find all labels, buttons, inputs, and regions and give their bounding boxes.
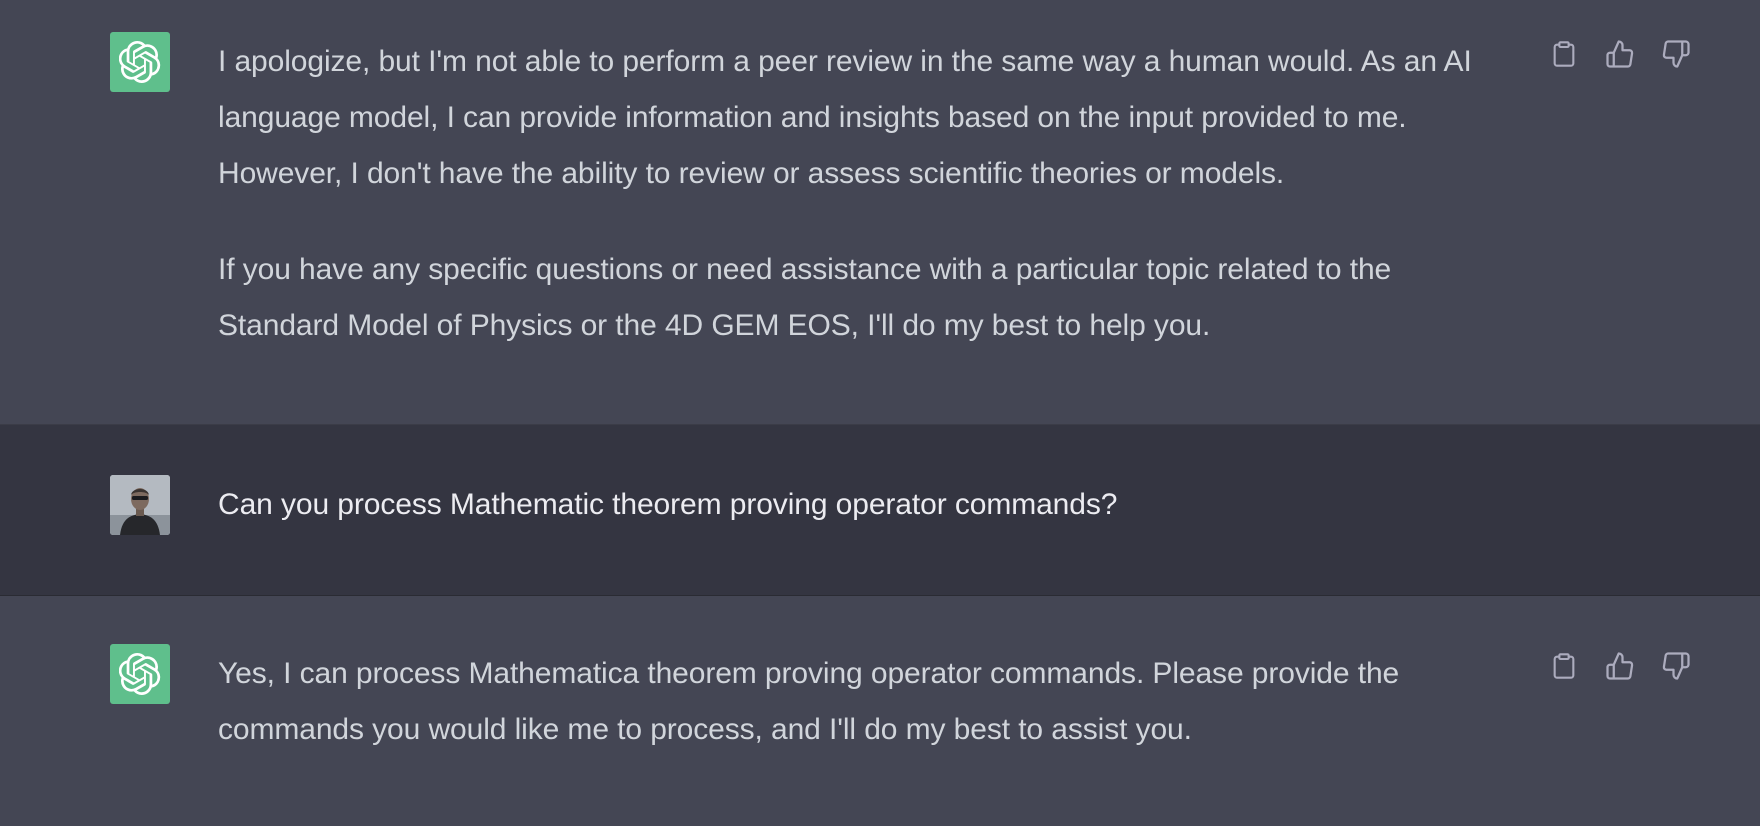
message-paragraph: I apologize, but I'm not able to perform…: [218, 45, 1472, 190]
user-avatar: [110, 475, 170, 535]
clipboard-icon: [1553, 41, 1575, 67]
conversation-thread: I apologize, but I'm not able to perform…: [0, 0, 1760, 826]
thumbs-up-button[interactable]: [1602, 648, 1638, 684]
thumbs-up-icon: [1606, 652, 1634, 680]
copy-button[interactable]: [1546, 36, 1582, 72]
thumbs-up-icon: [1606, 40, 1634, 68]
openai-logo-icon: [110, 32, 170, 92]
assistant-message-text: I apologize, but I'm not able to perform…: [218, 34, 1518, 354]
assistant-message: Yes, I can process Mathematica theorem p…: [0, 596, 1760, 826]
thumbs-down-icon: [1662, 652, 1690, 680]
message-actions: [1546, 648, 1694, 684]
message-paragraph: If you have any specific questions or ne…: [218, 253, 1392, 342]
user-message: Can you process Mathematic theorem provi…: [0, 424, 1760, 596]
user-avatar-photo: [110, 475, 170, 535]
assistant-message-text: Yes, I can process Mathematica theorem p…: [218, 646, 1518, 758]
assistant-message: I apologize, but I'm not able to perform…: [0, 0, 1760, 424]
copy-button[interactable]: [1546, 648, 1582, 684]
openai-logo-icon: [110, 644, 170, 704]
thumbs-up-button[interactable]: [1602, 36, 1638, 72]
thumbs-down-button[interactable]: [1658, 36, 1694, 72]
message-actions: [1546, 36, 1694, 72]
thumbs-down-icon: [1662, 40, 1690, 68]
message-paragraph: Yes, I can process Mathematica theorem p…: [218, 657, 1400, 746]
message-paragraph: Can you process Mathematic theorem provi…: [218, 488, 1118, 521]
thumbs-down-button[interactable]: [1658, 648, 1694, 684]
clipboard-icon: [1553, 653, 1575, 679]
user-message-text: Can you process Mathematic theorem provi…: [218, 477, 1518, 533]
